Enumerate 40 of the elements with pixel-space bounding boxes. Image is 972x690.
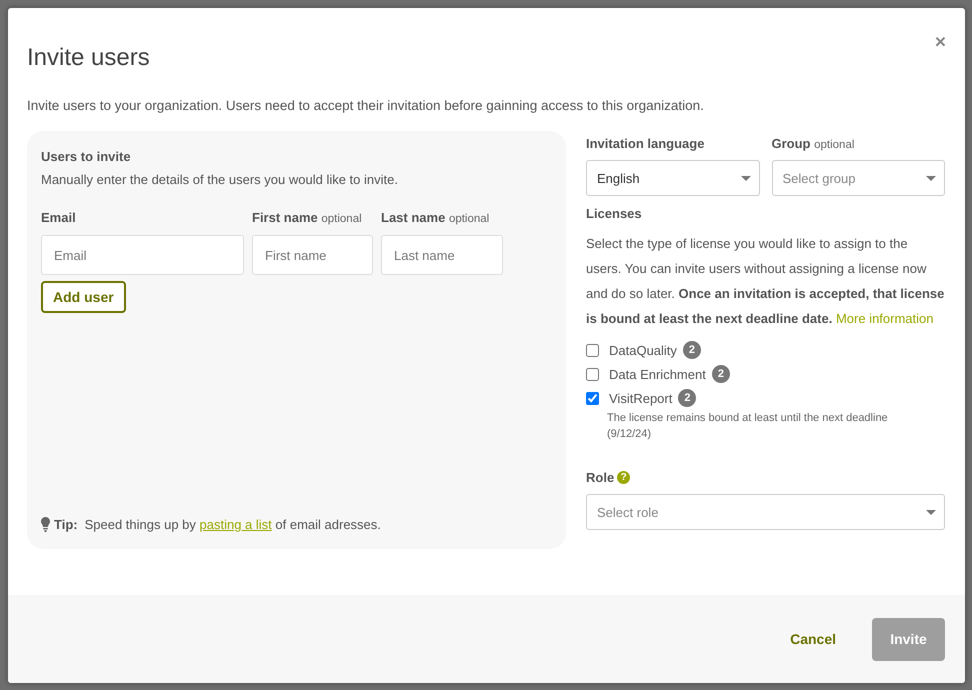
field-label: First name optional <box>252 210 363 225</box>
count-badge: 2 <box>712 365 730 383</box>
help-icon[interactable]: ? <box>617 471 630 484</box>
licenses-text: Select the type of license you would like to assign to the users. You can invite users without assigning a license now and do so later. Once an invitation is accepted, that license is bound at least the next deadline date. More information <box>586 235 945 328</box>
cancel-button[interactable]: Cancel <box>782 623 844 655</box>
group-select[interactable]: Select group <box>772 160 945 196</box>
input-field[interactable]: Email <box>41 235 244 275</box>
caret-icon <box>926 176 936 180</box>
tip-text: Speed things up by pasting a list of email adresses. <box>84 517 381 532</box>
more-information-link[interactable]: More information <box>836 311 934 326</box>
licenses-heading: Licenses <box>586 206 643 221</box>
close-button[interactable]: × <box>934 32 946 54</box>
count-badge: 2 <box>682 341 702 359</box>
role-select[interactable]: Select role <box>586 494 945 530</box>
language-label: Invitation language <box>586 136 706 151</box>
field-label: Last name optional <box>381 210 490 225</box>
role-label: Role <box>586 470 614 485</box>
count-badge: 2 <box>678 389 696 407</box>
caret-icon <box>926 510 936 514</box>
panel-heading: Users to invite <box>41 149 132 164</box>
license-checkbox[interactable] <box>586 368 599 380</box>
license-checkbox[interactable] <box>586 392 599 404</box>
license-checkbox[interactable] <box>586 344 599 356</box>
group-label: Group optional <box>772 136 856 151</box>
dialog-title: Invite users <box>27 44 150 72</box>
tip-label: Tip: <box>54 517 78 532</box>
add-user-button[interactable]: Add user <box>41 281 126 313</box>
license-label: Data Enrichment <box>609 366 706 382</box>
input-field[interactable]: First name <box>252 235 373 275</box>
field-label: Email <box>41 210 77 225</box>
lightbulb-icon <box>41 517 50 532</box>
license-label: VisitReport <box>609 390 672 406</box>
license-note: The license remains bound at least until the next deadline (9/12/24) <box>607 411 889 442</box>
paste-list-link[interactable]: pasting a list <box>200 517 272 532</box>
dialog-description: Invite users to your organization. Users need to accept their invitation before gainning access to this organization. <box>27 98 705 113</box>
license-label: DataQuality <box>609 342 677 358</box>
language-select[interactable]: English <box>586 160 760 196</box>
caret-icon <box>740 176 750 180</box>
input-field[interactable]: Last name <box>381 235 503 275</box>
panel-hint: Manually enter the details of the users you would like to invite. <box>41 172 399 187</box>
